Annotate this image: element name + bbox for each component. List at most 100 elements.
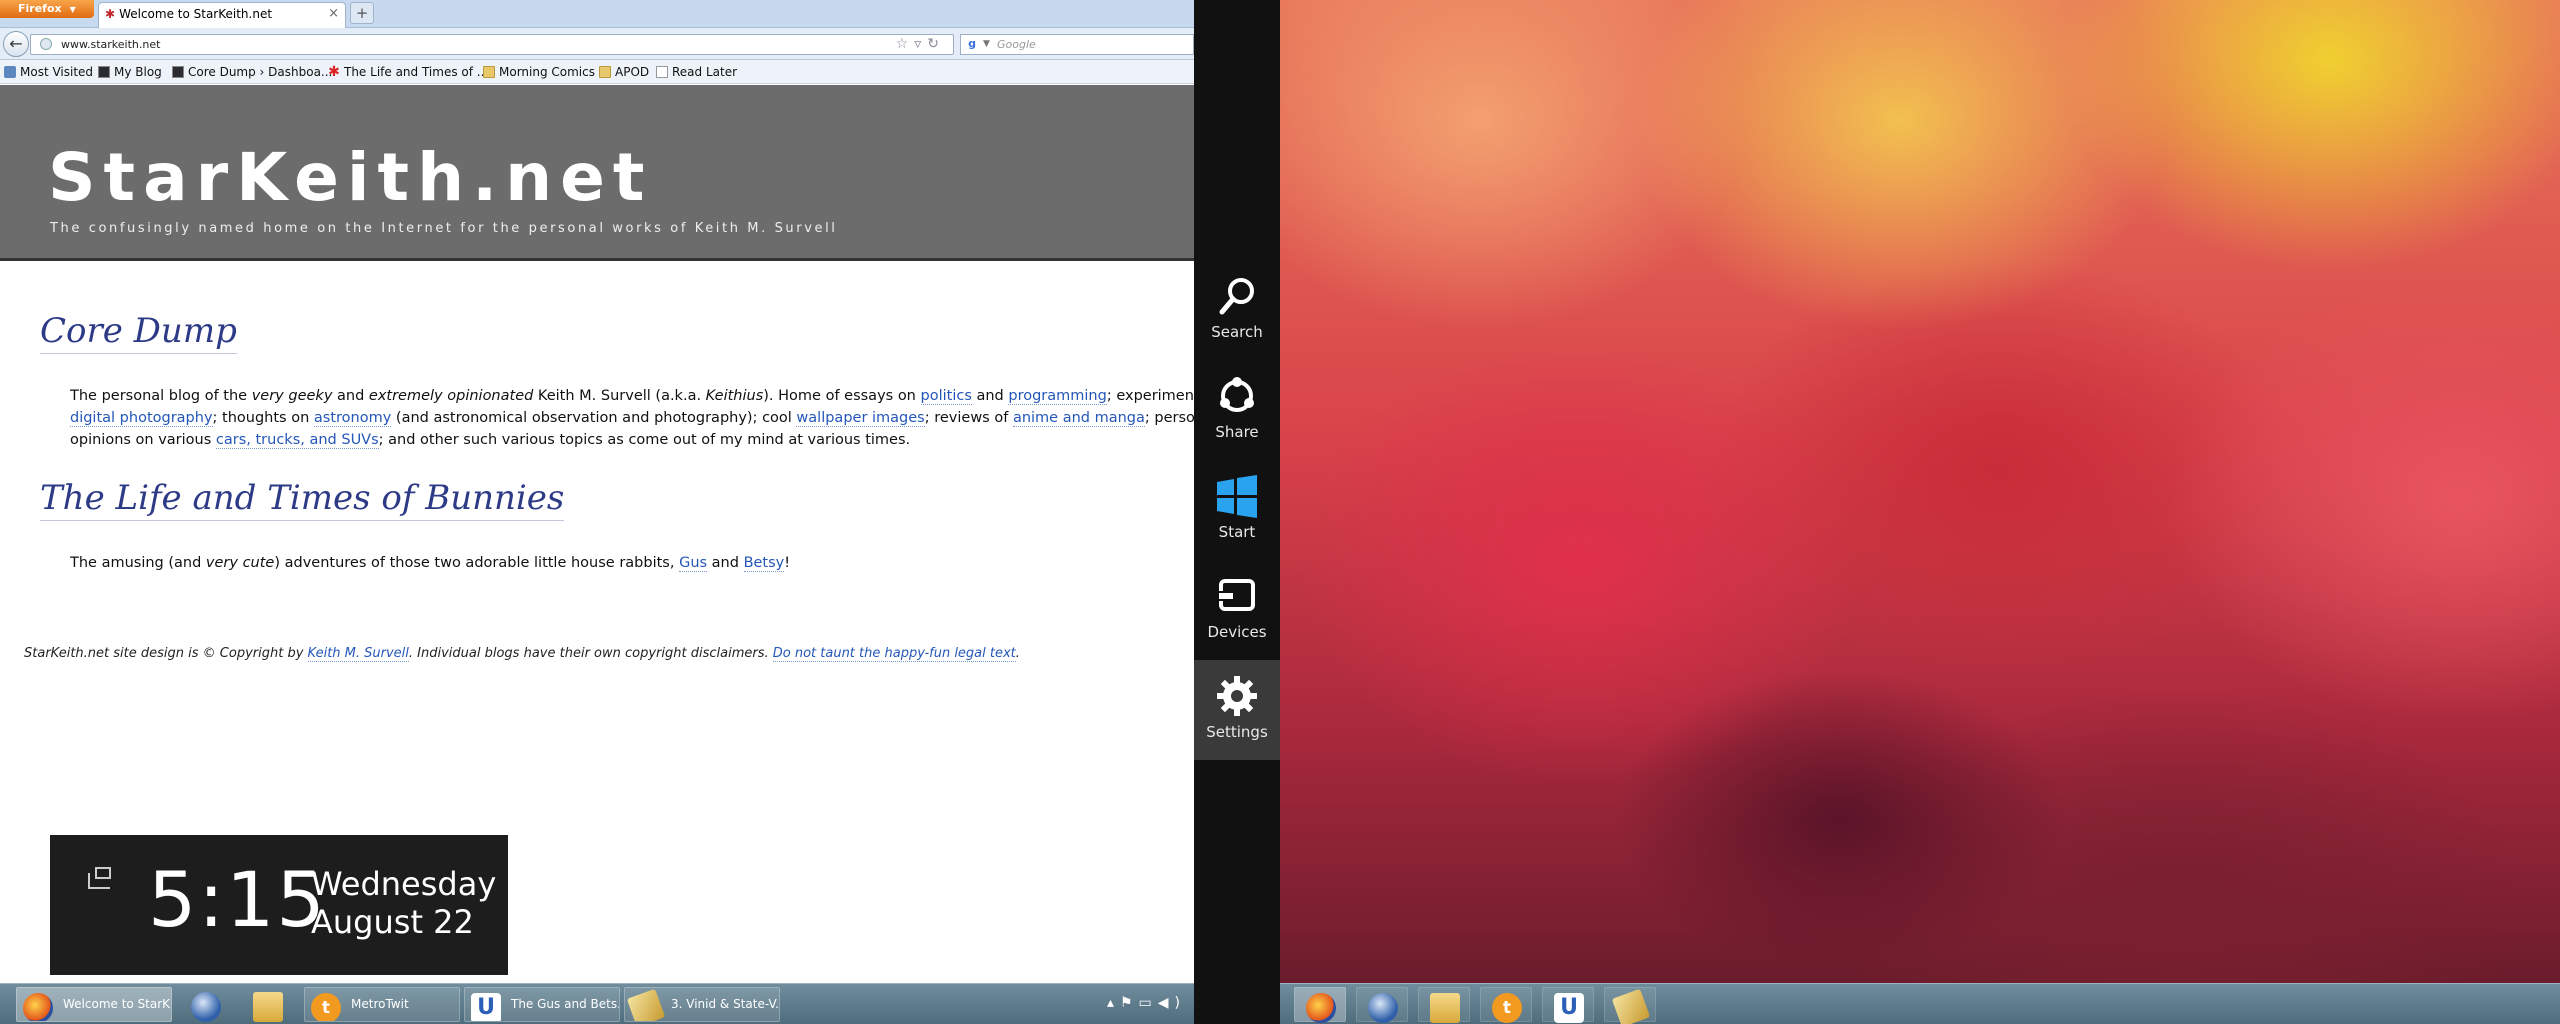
history-dropdown-icon[interactable]: ▿ <box>914 36 927 52</box>
text: ; reviews of <box>924 410 1013 426</box>
taskbar-button-metrotwit[interactable]: t MetroTwit <box>304 987 460 1022</box>
link-wallpaper-images[interactable]: wallpaper images <box>796 410 925 427</box>
text: ; personal <box>1144 410 1194 426</box>
new-tab-button[interactable]: + <box>350 2 374 24</box>
navigation-toolbar: ← www.starkeith.net ☆▿↻ g ▼ Google <box>0 28 1194 60</box>
taskbar-button-label: Welcome to StarK... <box>63 997 172 1011</box>
link-author[interactable]: Keith M. Survell <box>307 646 409 662</box>
taskbar-button-thunderbird[interactable] <box>180 987 232 1022</box>
taskbar-button-u-app[interactable]: U The Gus and Bets... <box>464 987 620 1022</box>
emphasis: Keithius <box>705 388 764 404</box>
taskbar-icon-u-app[interactable]: U <box>1542 987 1594 1023</box>
taskbar-button-label: MetroTwit <box>351 997 409 1011</box>
bookmark-star-icon[interactable]: ☆ <box>896 36 915 52</box>
link-legal-text[interactable]: Do not taunt the happy-fun legal text <box>772 646 1016 662</box>
charm-devices[interactable]: Devices <box>1194 560 1280 660</box>
link-betsy[interactable]: Betsy <box>743 555 785 572</box>
taskbar-button-explorer[interactable] <box>242 987 294 1022</box>
bookmark-most-visited[interactable]: Most Visited <box>0 60 93 84</box>
bookmark-label: Morning Comics <box>499 65 595 79</box>
bunnies-heading[interactable]: The Life and Times of Bunnies <box>40 478 565 521</box>
site-tagline: The confusingly named home on the Intern… <box>50 221 838 236</box>
search-input[interactable]: Google <box>997 38 1036 51</box>
url-bar[interactable]: www.starkeith.net ☆▿↻ <box>30 34 954 55</box>
bookmark-folder-morning-comics[interactable]: Morning Comics <box>479 60 595 84</box>
blog-favicon-icon <box>98 66 110 78</box>
pencil-app-icon <box>626 988 666 1021</box>
taskbar-button-label: 3. Vinid & State-V... <box>671 997 780 1011</box>
charm-search[interactable]: Search <box>1194 260 1280 360</box>
core-dump-line-1: The personal blog of the very geeky and … <box>70 385 1194 407</box>
emphasis: very cute <box>205 555 275 571</box>
core-dump-line-2: digital photography; thoughts on astrono… <box>70 407 1194 429</box>
volume-icon[interactable]: ◀) <box>1158 995 1186 1011</box>
text: (and astronomical observation and photog… <box>391 410 797 426</box>
text: ; experiment <box>1106 388 1194 404</box>
bookmark-life-and-times[interactable]: ✱ The Life and Times of ... <box>324 60 488 84</box>
tray-overflow-icon[interactable]: ▴ <box>1107 995 1120 1011</box>
folder-icon <box>483 66 495 78</box>
bookmark-folder-apod[interactable]: APOD <box>595 60 649 84</box>
desktop-wallpaper <box>1280 0 2560 983</box>
link-astronomy[interactable]: astronomy <box>313 410 392 427</box>
text: StarKeith.net site design is © Copyright… <box>24 646 308 661</box>
taskbar-right: t U <box>1280 983 2560 1024</box>
search-bar[interactable]: g ▼ Google <box>960 34 1194 55</box>
folder-icon <box>599 66 611 78</box>
google-icon[interactable]: g <box>965 37 979 51</box>
text: The amusing (and <box>70 555 206 571</box>
pencil-app-icon <box>1611 988 1651 1024</box>
taskbar-button-firefox[interactable]: Welcome to StarK... <box>16 987 172 1022</box>
taskbar-button-pencil-app[interactable]: 3. Vinid & State-V... <box>624 987 780 1022</box>
reload-icon[interactable]: ↻ <box>927 36 945 52</box>
network-icon <box>88 867 111 889</box>
network-tray-icon[interactable]: ▭ <box>1139 995 1158 1011</box>
charm-label: Search <box>1211 323 1263 341</box>
u-app-icon: U <box>471 993 501 1021</box>
text: The personal blog of the <box>70 388 252 404</box>
thunderbird-icon <box>191 992 221 1022</box>
site-header: StarKeith.net The confusingly named home… <box>0 85 1194 261</box>
flag-icon[interactable]: ⚑ <box>1120 995 1139 1011</box>
web-page: StarKeith.net The confusingly named home… <box>0 85 1194 983</box>
close-icon[interactable]: × <box>328 6 339 21</box>
link-gus[interactable]: Gus <box>679 555 708 572</box>
clock-time: 5:15 <box>148 855 327 944</box>
taskbar-icon-explorer[interactable] <box>1418 987 1470 1023</box>
firefox-menu-label: Firefox <box>18 2 62 15</box>
devices-icon <box>1217 579 1255 611</box>
text: ; and other such various topics as come … <box>378 432 911 448</box>
metrotwit-icon: t <box>1492 993 1522 1023</box>
metrotwit-icon: t <box>311 993 341 1021</box>
taskbar-icon-metrotwit[interactable]: t <box>1480 987 1532 1023</box>
link-digital-photography[interactable]: digital photography <box>70 410 213 427</box>
charm-share[interactable]: Share <box>1194 360 1280 460</box>
search-icon <box>1219 278 1254 315</box>
clock-date: August 22 <box>311 903 474 941</box>
back-button[interactable]: ← <box>3 31 29 57</box>
site-title[interactable]: StarKeith.net <box>48 139 652 216</box>
tab-title: Welcome to StarKeith.net <box>119 7 273 21</box>
core-dump-heading[interactable]: Core Dump <box>40 311 237 354</box>
globe-icon <box>40 38 52 50</box>
system-tray[interactable]: ▴⚑▭◀) <box>1107 995 1186 1011</box>
bookmark-read-later[interactable]: Read Later <box>652 60 737 84</box>
link-programming[interactable]: programming <box>1008 388 1107 405</box>
link-anime-and-manga[interactable]: anime and manga <box>1012 410 1145 427</box>
taskbar-icon-thunderbird[interactable] <box>1356 987 1408 1023</box>
search-engine-dropdown-icon[interactable]: ▼ <box>983 35 990 54</box>
bookmark-core-dump-dashboard[interactable]: Core Dump › Dashboa... <box>168 60 332 84</box>
link-politics[interactable]: politics <box>920 388 972 405</box>
charm-settings[interactable]: Settings <box>1194 660 1280 760</box>
text: . Individual blogs have their own copyri… <box>408 646 773 661</box>
link-cars-trucks-suvs[interactable]: cars, trucks, and SUVs <box>215 432 379 449</box>
thunderbird-icon <box>1368 993 1398 1023</box>
taskbar-icon-pencil-app[interactable] <box>1604 987 1656 1024</box>
blog-favicon-icon <box>172 66 184 78</box>
text: and <box>332 388 369 404</box>
tab-starkeith[interactable]: ✱ Welcome to StarKeith.net × <box>98 2 346 28</box>
charm-start[interactable]: Start <box>1194 460 1280 560</box>
taskbar-icon-firefox[interactable] <box>1294 987 1346 1023</box>
bookmark-my-blog[interactable]: My Blog <box>94 60 162 84</box>
firefox-menu-button[interactable]: Firefox ▼ <box>0 0 94 18</box>
